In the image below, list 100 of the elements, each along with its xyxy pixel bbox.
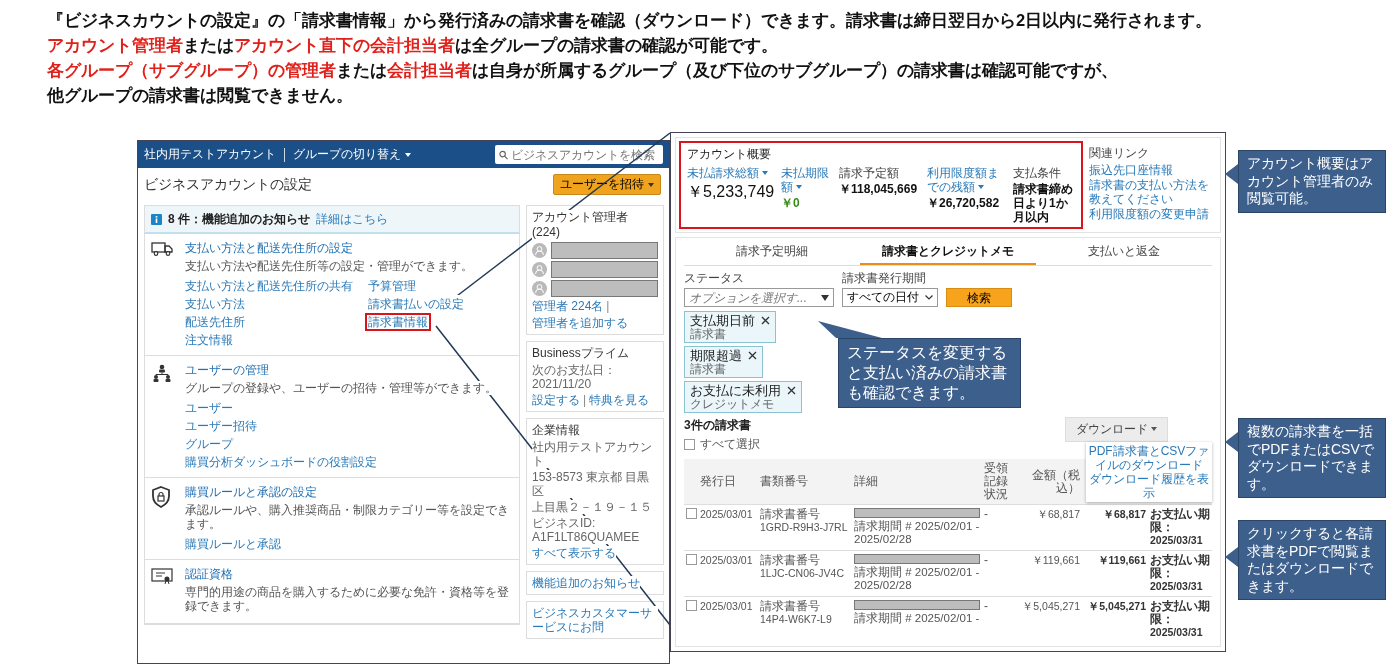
menu-item[interactable]: ダウンロード履歴を表示	[1088, 472, 1210, 500]
checkbox[interactable]	[686, 554, 697, 565]
settings-link[interactable]: 設定する	[532, 393, 580, 407]
period-label: 請求書発行期間	[842, 270, 927, 287]
certificate-icon	[151, 568, 173, 584]
column-header: 金額（税込）	[1018, 459, 1082, 505]
section-title-link[interactable]: ユーザーの管理	[185, 362, 269, 379]
invoice-number-link[interactable]: 1GRD-R9H3-J7RL	[760, 521, 850, 534]
due-label: お支払い期限：	[1150, 554, 1210, 580]
news-link[interactable]: 機能追加のお知らせ	[532, 576, 640, 590]
related-link[interactable]: 利用限度額の変更申請	[1089, 207, 1217, 221]
separator: |	[583, 393, 587, 407]
period-select[interactable]: すべての日付	[842, 288, 938, 307]
checkbox[interactable]	[686, 508, 697, 519]
caret-icon	[821, 294, 829, 301]
section-title-link[interactable]: 支払い方法と配送先住所の設定	[185, 240, 353, 257]
table-cell: 請求期間 # 2025/02/01 - 2025/02/28	[854, 520, 980, 546]
table-cell: 請求期間 # 2025/02/01 - 2025/02/28	[854, 566, 980, 592]
instruction-line: 『ビジネスカウントの設定』の「請求書情報」から発行済みの請求書を確認（ダウンロード）できます。請求書は締日翌日から2日以内に発行されます。	[47, 10, 1213, 32]
tab[interactable]: 請求書とクレジットメモ	[860, 241, 1036, 265]
metric-label[interactable]: 利用限度額までの残額	[927, 166, 1007, 194]
metric-value: 請求書締め日より1か月以内	[1013, 182, 1074, 224]
checkbox[interactable]	[684, 439, 695, 450]
table-cell: 2025/03/01	[698, 504, 758, 551]
doc-label: 請求書番号	[760, 508, 821, 521]
company-info-text: 上目黒２－１９－１５	[532, 500, 652, 514]
settings-link[interactable]: 請求書払いの設定	[365, 295, 467, 313]
doc-label: 請求書番号	[760, 600, 821, 613]
search-icon	[499, 149, 508, 160]
search-button[interactable]: 検索	[946, 288, 1012, 307]
filter-chip[interactable]: お支払に未利用 クレジットメモ	[684, 381, 802, 413]
table-cell: ￥5,045,271	[1018, 596, 1082, 642]
table-cell: ￥119,661	[1018, 550, 1082, 597]
callout-box: 複数の請求書を一括でPDFまたはCSVでダウンロードできます。	[1238, 418, 1386, 498]
filter-chip[interactable]: 期限超過 請求書	[684, 346, 763, 378]
invite-user-button[interactable]: ユーザーを招待	[553, 174, 661, 195]
avatar-icon	[532, 243, 547, 258]
related-link[interactable]: 振込先口座情報	[1089, 163, 1217, 177]
due-label: お支払い期限：	[1150, 508, 1210, 534]
settings-link[interactable]: 予算管理	[365, 277, 419, 295]
search-field[interactable]: ビジネスアカウントを検索	[495, 145, 663, 164]
due-date: 2025/03/31	[1150, 626, 1204, 639]
select-all-label: すべて選択	[700, 436, 760, 453]
instruction-line: 各グループ（サブグループ）の管理者または会計担当者は自身が所属するグループ（及び下位のサブグループ）の請求書は確認可能ですが、	[47, 60, 1119, 82]
table-cell: ￥68,817	[1082, 504, 1148, 551]
checkbox[interactable]	[686, 600, 697, 611]
info-icon	[151, 213, 162, 225]
add-admin-link[interactable]: 管理者を追加する	[532, 316, 628, 330]
metric-label[interactable]: 未払請求総額	[687, 166, 775, 180]
overview-title: アカウント概要	[687, 146, 772, 163]
due-label: お支払い期限：	[1150, 600, 1210, 626]
metric-label: 支払条件	[1013, 166, 1062, 180]
benefits-link[interactable]: 特典を見る	[589, 393, 650, 407]
tab[interactable]: 支払いと返金	[1036, 241, 1212, 265]
download-button[interactable]: ダウンロード	[1065, 417, 1168, 442]
close-icon[interactable]	[761, 316, 770, 325]
tab[interactable]: 請求予定明細	[684, 241, 860, 265]
admins-link[interactable]: 管理者 224名	[532, 299, 604, 313]
invoice-number-link[interactable]: 14P4-W6K7-L9	[760, 613, 850, 626]
settings-link[interactable]: ユーザー招待	[182, 417, 260, 435]
table-cell: 2025/03/01	[698, 550, 758, 597]
group-switch-menu[interactable]: グループの切り替え	[293, 146, 411, 163]
related-links-title: 関連リンク	[1089, 145, 1150, 162]
column-header: 受領記録状況	[982, 459, 1018, 505]
close-icon[interactable]	[748, 351, 757, 360]
chip-title: お支払に未利用	[690, 383, 781, 398]
show-all-link[interactable]: すべて表示する	[532, 546, 616, 560]
table-cell: 請求期間 # 2025/02/01 -	[854, 612, 980, 625]
doc-label: 請求書番号	[760, 554, 821, 567]
settings-link[interactable]: 購買ルールと承認	[182, 535, 284, 553]
close-icon[interactable]	[787, 386, 796, 395]
menu-item[interactable]: PDF請求書とCSVファイルのダウンロード	[1088, 444, 1210, 472]
metric-value: ￥118,045,669	[839, 182, 919, 196]
notice-text: 8 件：機能追加のお知らせ	[168, 210, 310, 228]
invoice-number-link[interactable]: 1LJC-CN06-JV4C	[760, 567, 850, 580]
users-icon	[151, 364, 173, 382]
settings-link[interactable]: 請求書情報	[365, 313, 431, 331]
filter-chip[interactable]: 支払期日前 請求書	[684, 311, 776, 343]
table-cell: 2025/03/01	[698, 596, 758, 642]
callout-pointer	[1225, 162, 1239, 186]
instruction-line: 他グループの請求書は閲覧できません。	[47, 85, 354, 107]
account-name: 社内用テストアカウント	[144, 146, 276, 163]
page-title: ビジネスアカウントの設定	[144, 175, 312, 194]
support-link[interactable]: ビジネスカスタマーサービスにお問	[532, 606, 658, 634]
section-title-link[interactable]: 認証資格	[185, 566, 233, 583]
chevron-down-icon	[925, 295, 933, 300]
settings-link[interactable]: 支払い方法	[182, 295, 248, 313]
settings-link[interactable]: 購買分析ダッシュボードの役割設定	[182, 453, 380, 471]
related-link[interactable]: 請求書の支払い方法を教えてください	[1089, 178, 1217, 206]
metric-label[interactable]: 未払期限額	[781, 166, 833, 194]
details-link[interactable]: 詳細はこちら	[316, 212, 388, 226]
status-select[interactable]: オプションを選択す...	[684, 288, 834, 307]
metric-value: ￥0	[781, 196, 801, 210]
settings-link[interactable]: 配送先住所	[182, 313, 248, 331]
column-header: 詳細	[852, 459, 982, 505]
section-title-link[interactable]: 購買ルールと承認の設定	[185, 484, 317, 501]
settings-link[interactable]: 注文情報	[182, 331, 236, 349]
table-cell: -	[982, 596, 1018, 642]
settings-link[interactable]: 支払い方法と配送先住所の共有	[182, 277, 356, 295]
table-cell: ￥68,817	[1018, 504, 1082, 551]
